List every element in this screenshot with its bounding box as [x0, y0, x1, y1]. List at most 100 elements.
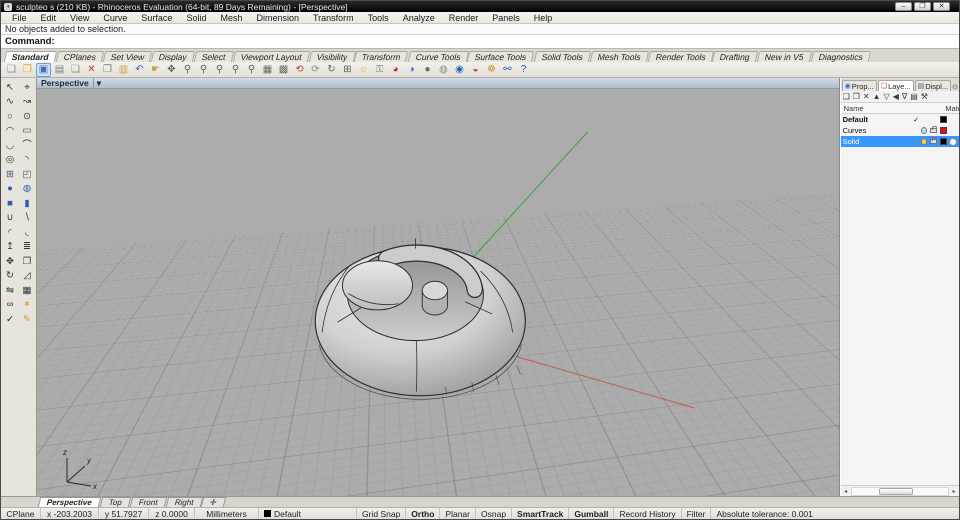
hyperlink-icon[interactable]: ⚯ [500, 63, 515, 77]
menu-surface[interactable]: Surface [134, 13, 179, 23]
lasso-select-icon[interactable]: ⌖ [19, 80, 36, 95]
move-icon[interactable]: ✥ [2, 254, 19, 269]
check-selection-icon[interactable]: ✓ [2, 312, 19, 327]
toolbar-tab-display[interactable]: Display [151, 51, 196, 62]
rotate-view-icon[interactable]: ↻ [324, 63, 339, 77]
status-current-layer[interactable]: Default [259, 508, 357, 519]
toolbar-tab-set-view[interactable]: Set View [102, 51, 153, 62]
3d-model[interactable] [37, 89, 839, 496]
viewport-tab-front[interactable]: Front [129, 497, 167, 507]
new-layer-icon[interactable]: ❑ [843, 92, 850, 101]
menu-dimension[interactable]: Dimension [249, 13, 306, 23]
viewport-tab-perspective[interactable]: Perspective [37, 497, 102, 507]
rendered-view-icon[interactable]: ◉ [452, 63, 467, 77]
render-icon[interactable]: ◕ [388, 63, 403, 77]
explode-icon[interactable]: ✶ [19, 298, 36, 313]
menu-solid[interactable]: Solid [179, 13, 213, 23]
layer-color-swatch[interactable] [940, 138, 947, 145]
undo-view-icon[interactable]: ⟲ [292, 63, 307, 77]
close-button[interactable]: ✕ [933, 2, 950, 11]
corner-arc-icon[interactable]: ⌒ [19, 138, 36, 153]
menu-curve[interactable]: Curve [96, 13, 134, 23]
menu-view[interactable]: View [63, 13, 96, 23]
toolbar-tab-new-in-v5[interactable]: New in V5 [757, 51, 813, 62]
delete-layer-icon[interactable]: ✕ [863, 92, 870, 101]
panel-horizontal-scrollbar[interactable]: ◂ ▸ [840, 485, 959, 496]
arc-icon[interactable]: ◠ [2, 124, 19, 139]
status-record-history[interactable]: Record History [614, 508, 682, 519]
select-pointer-icon[interactable]: ↖ [2, 80, 19, 95]
move-layer-down-icon[interactable]: ▽ [884, 92, 890, 101]
menu-transform[interactable]: Transform [306, 13, 361, 23]
print-icon[interactable]: ▤ [52, 63, 67, 77]
toolbar-tab-drafting[interactable]: Drafting [712, 51, 759, 62]
move-layer-up-icon[interactable]: ▲ [873, 92, 881, 101]
layer-tools-icon[interactable]: ▤ [910, 92, 918, 101]
status-ortho[interactable]: Ortho [406, 508, 441, 519]
layer-lock-icon[interactable] [930, 137, 937, 144]
minimize-button[interactable]: – [895, 2, 912, 11]
export-icon[interactable]: ❏ [68, 63, 83, 77]
save-icon[interactable]: ▣ [36, 62, 51, 77]
status-gumball[interactable]: Gumball [569, 508, 615, 519]
copy-icon[interactable]: ❐ [19, 254, 36, 269]
cylinder-icon[interactable]: ▮ [19, 196, 36, 211]
viewport-titlebar[interactable]: Perspective ▾ [37, 78, 839, 89]
status-units[interactable]: Millimeters [195, 508, 259, 519]
scroll-track[interactable] [850, 486, 949, 496]
scroll-right-icon[interactable]: ▸ [949, 488, 959, 495]
new-document-icon[interactable]: ❑ [4, 63, 19, 77]
undo-icon[interactable]: ↶ [132, 63, 147, 77]
join-icon[interactable]: ∞ [2, 298, 19, 313]
annotate-icon[interactable]: ✎ [19, 312, 36, 327]
toolbar-tab-diagnostics[interactable]: Diagnostics [810, 51, 872, 62]
control-point-curve-icon[interactable]: ↝ [19, 95, 36, 110]
redo-view-icon[interactable]: ⟳ [308, 63, 323, 77]
circle-center-icon[interactable]: ⊙ [19, 109, 36, 124]
lock-icon[interactable]: ⚿ [372, 63, 387, 77]
scroll-thumb[interactable] [878, 487, 913, 495]
panel-tab-display[interactable]: ▤ Displ... [914, 80, 952, 91]
sphere-icon[interactable]: ● [2, 182, 19, 197]
layer-color-swatch[interactable] [940, 116, 947, 123]
panel-tab-layers[interactable]: ❏ Laye... [877, 80, 914, 91]
ghosted-view-icon[interactable]: ◍ [436, 63, 451, 77]
toolbar-tab-mesh-tools[interactable]: Mesh Tools [589, 51, 649, 62]
boolean-difference-icon[interactable]: ∖ [19, 211, 36, 226]
toolbar-tab-curve-tools[interactable]: Curve Tools [407, 51, 469, 62]
ellipse-icon[interactable]: ◎ [2, 153, 19, 168]
toolbar-tab-select[interactable]: Select [194, 51, 235, 62]
zoom-extents-icon[interactable]: ⚲ [212, 63, 227, 77]
menu-edit[interactable]: Edit [34, 13, 64, 23]
toolbar-tab-viewport-layout[interactable]: Viewport Layout [232, 51, 310, 62]
panel-menu-icon[interactable]: ⊙ [952, 83, 958, 91]
toolbar-tab-cplanes[interactable]: CPlanes [55, 51, 105, 62]
panel-tab-properties[interactable]: ◉ Prop... [841, 80, 877, 91]
paste-icon[interactable]: ▥ [116, 63, 131, 77]
delete-icon[interactable]: ✕ [84, 63, 99, 77]
layer-row-solid[interactable]: Solid [840, 136, 959, 147]
command-input[interactable]: Command: [1, 35, 959, 49]
curve-blend-icon[interactable]: ◡ [2, 138, 19, 153]
surface-corner-icon[interactable]: ◰ [19, 167, 36, 182]
viewport-menu-caret-icon[interactable]: ▾ [92, 78, 101, 89]
sun-study-icon[interactable]: ◒ [468, 63, 483, 77]
array-icon[interactable]: ▦ [19, 283, 36, 298]
fillet-icon[interactable]: ◜ [2, 225, 19, 240]
layer-manager-icon[interactable]: ▦ [260, 63, 275, 77]
menu-tools[interactable]: Tools [361, 13, 396, 23]
shaded-view-icon[interactable]: ● [420, 63, 435, 77]
mirror-icon[interactable]: ⇋ [2, 283, 19, 298]
viewport[interactable]: Perspective ▾ z y x [37, 78, 840, 496]
menu-mesh[interactable]: Mesh [213, 13, 249, 23]
display-mode-icon[interactable]: ◑ [404, 63, 419, 77]
toolbar-tab-solid-tools[interactable]: Solid Tools [533, 51, 591, 62]
rotate-icon[interactable]: ↻ [2, 269, 19, 284]
lamp-icon[interactable]: ☼ [356, 63, 371, 77]
toolbar-tab-standard[interactable]: Standard [3, 51, 58, 62]
viewport-tab-new-viewport[interactable]: ✛ [200, 497, 227, 507]
surface-plane-icon[interactable]: ⊞ [2, 167, 19, 182]
scale-icon[interactable]: ◿ [19, 269, 36, 284]
move-icon[interactable]: ✥ [164, 63, 179, 77]
zoom-dynamic-icon[interactable]: ⚲ [180, 63, 195, 77]
